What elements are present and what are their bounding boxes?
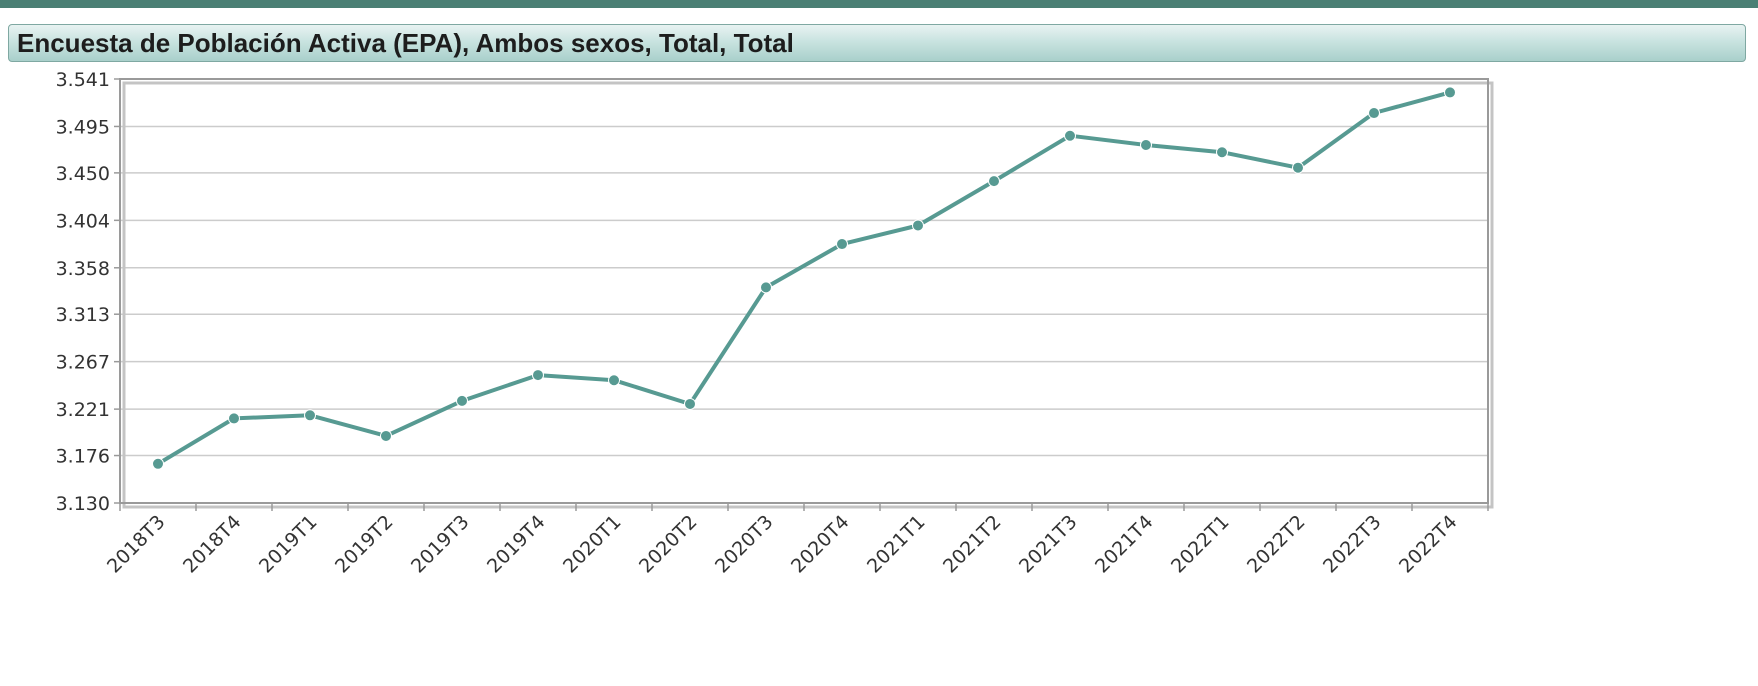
data-point[interactable] (760, 281, 772, 294)
x-tick-label: 2020T3 (711, 511, 778, 578)
plot-frame (119, 78, 1489, 504)
plot-frame-shadow (122, 81, 1494, 509)
data-point[interactable] (1064, 129, 1076, 142)
data-point[interactable] (532, 369, 544, 382)
data-point[interactable] (228, 412, 240, 425)
y-tick-label: 3.541 (56, 69, 110, 91)
y-tick-label: 3.267 (56, 352, 110, 374)
y-tick-label: 3.313 (56, 304, 110, 326)
gridlines (120, 125, 1488, 457)
x-tick-label: 2019T2 (331, 511, 398, 578)
y-tick-label: 3.450 (56, 163, 110, 185)
x-tick-label: 2018T3 (103, 511, 170, 578)
data-point[interactable] (988, 175, 1000, 188)
data-point[interactable] (836, 238, 848, 251)
y-tick-label: 3.404 (56, 210, 110, 232)
data-point[interactable] (304, 409, 316, 422)
x-tick-label: 2022T4 (1395, 511, 1462, 578)
data-point[interactable] (380, 429, 392, 442)
x-tick-label: 2022T1 (1167, 511, 1234, 578)
data-point[interactable] (608, 374, 620, 387)
x-tick-label: 2021T2 (939, 511, 1006, 578)
x-tick-label: 2021T3 (1015, 511, 1082, 578)
data-point[interactable] (1368, 107, 1380, 120)
data-point[interactable] (1140, 139, 1152, 152)
data-points (152, 86, 1456, 470)
x-tick-label: 2018T4 (179, 511, 246, 578)
x-tick-label: 2020T2 (635, 511, 702, 578)
line-chart: 3.130 3.176 3.221 3.267 3.313 3.358 3.404 3.450… (56, 69, 1494, 578)
data-point[interactable] (456, 394, 468, 407)
data-point[interactable] (684, 397, 696, 410)
y-tick-label: 3.358 (56, 258, 110, 280)
y-axis: 3.130 3.176 3.221 3.267 3.313 3.358 3.404 3.450… (56, 69, 120, 515)
data-point[interactable] (1216, 146, 1228, 159)
y-tick-label: 3.221 (56, 399, 110, 421)
y-tick-label: 3.495 (56, 116, 110, 138)
data-point[interactable] (912, 219, 924, 232)
x-tick-label: 2020T4 (787, 511, 854, 578)
x-tick-label: 2021T1 (863, 511, 930, 578)
y-tick-label: 3.176 (56, 446, 110, 468)
y-tick-label: 3.130 (56, 493, 110, 515)
x-tick-label: 2022T2 (1243, 511, 1310, 578)
x-axis: 2018T3 2018T4 2019T1 2019T2 2019T3 2019T4 2020… (103, 503, 1489, 578)
x-tick-label: 2020T1 (559, 511, 626, 578)
x-tick-label: 2019T1 (255, 511, 322, 578)
x-tick-label: 2021T4 (1091, 511, 1158, 578)
data-point[interactable] (1292, 161, 1304, 174)
series-line (156, 90, 1452, 466)
data-point[interactable] (152, 457, 164, 470)
x-tick-label: 2022T3 (1319, 511, 1386, 578)
x-tick-label: 2019T3 (407, 511, 474, 578)
data-point[interactable] (1444, 86, 1456, 99)
x-tick-label: 2019T4 (483, 511, 550, 578)
